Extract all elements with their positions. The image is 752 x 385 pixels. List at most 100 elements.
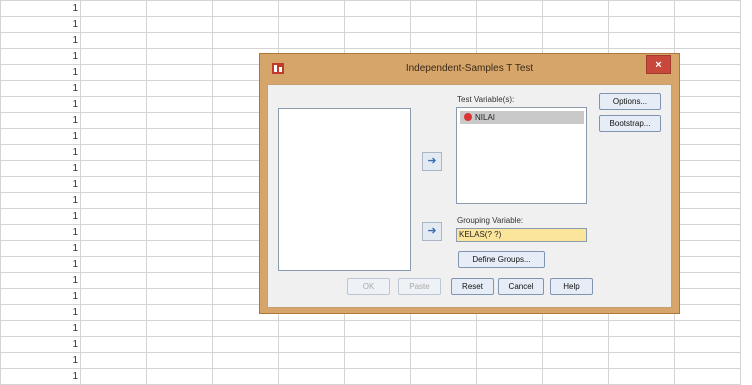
table-cell[interactable] xyxy=(146,64,213,81)
table-cell[interactable] xyxy=(542,32,609,49)
bootstrap-button[interactable]: Bootstrap... xyxy=(599,115,661,132)
table-cell[interactable] xyxy=(542,0,609,17)
table-cell[interactable] xyxy=(80,80,147,97)
table-cell[interactable] xyxy=(212,352,279,369)
table-cell[interactable] xyxy=(80,0,147,17)
table-cell[interactable]: 1 xyxy=(0,112,81,129)
table-cell[interactable] xyxy=(80,192,147,209)
table-cell[interactable] xyxy=(278,320,345,337)
table-cell[interactable] xyxy=(344,368,411,385)
table-cell[interactable] xyxy=(476,336,543,353)
table-cell[interactable] xyxy=(674,368,741,385)
table-cell[interactable] xyxy=(608,368,675,385)
source-variable-list[interactable] xyxy=(278,108,411,271)
table-cell[interactable] xyxy=(146,0,213,17)
table-cell[interactable]: 1 xyxy=(0,80,81,97)
grouping-variable-field[interactable]: KELAS(? ?) xyxy=(456,228,587,242)
table-cell[interactable] xyxy=(344,16,411,33)
table-cell[interactable] xyxy=(80,176,147,193)
table-cell[interactable]: 1 xyxy=(0,208,81,225)
table-cell[interactable]: 1 xyxy=(0,0,81,17)
table-cell[interactable] xyxy=(146,288,213,305)
ok-button[interactable]: OK xyxy=(347,278,390,295)
table-cell[interactable] xyxy=(146,160,213,177)
table-cell[interactable] xyxy=(674,304,741,321)
table-cell[interactable] xyxy=(674,64,741,81)
table-cell[interactable] xyxy=(278,32,345,49)
table-cell[interactable] xyxy=(80,352,147,369)
table-cell[interactable]: 1 xyxy=(0,304,81,321)
table-cell[interactable] xyxy=(80,288,147,305)
table-cell[interactable] xyxy=(80,256,147,273)
table-cell[interactable] xyxy=(80,240,147,257)
table-cell[interactable] xyxy=(80,368,147,385)
table-cell[interactable] xyxy=(146,48,213,65)
table-cell[interactable]: 1 xyxy=(0,192,81,209)
table-cell[interactable] xyxy=(146,144,213,161)
table-cell[interactable] xyxy=(674,176,741,193)
table-cell[interactable]: 1 xyxy=(0,288,81,305)
table-cell[interactable] xyxy=(674,320,741,337)
table-cell[interactable] xyxy=(146,192,213,209)
table-cell[interactable] xyxy=(542,336,609,353)
table-cell[interactable] xyxy=(278,16,345,33)
table-cell[interactable]: 1 xyxy=(0,48,81,65)
table-cell[interactable] xyxy=(410,32,477,49)
table-cell[interactable]: 1 xyxy=(0,96,81,113)
table-cell[interactable] xyxy=(410,336,477,353)
table-cell[interactable]: 1 xyxy=(0,368,81,385)
table-cell[interactable] xyxy=(278,368,345,385)
table-cell[interactable] xyxy=(80,320,147,337)
table-cell[interactable] xyxy=(146,272,213,289)
reset-button[interactable]: Reset xyxy=(451,278,494,295)
dialog-titlebar[interactable]: Independent-Samples T Test × xyxy=(260,54,679,83)
table-cell[interactable] xyxy=(476,0,543,17)
table-cell[interactable] xyxy=(674,112,741,129)
table-cell[interactable] xyxy=(212,0,279,17)
list-item[interactable]: NILAI xyxy=(460,111,584,124)
table-cell[interactable] xyxy=(80,336,147,353)
table-cell[interactable] xyxy=(146,320,213,337)
table-cell[interactable] xyxy=(212,32,279,49)
table-cell[interactable] xyxy=(80,128,147,145)
table-cell[interactable] xyxy=(80,64,147,81)
table-cell[interactable] xyxy=(80,224,147,241)
help-button[interactable]: Help xyxy=(550,278,593,295)
table-cell[interactable] xyxy=(674,144,741,161)
table-cell[interactable] xyxy=(146,80,213,97)
cancel-button[interactable]: Cancel xyxy=(498,278,544,295)
table-cell[interactable]: 1 xyxy=(0,32,81,49)
table-cell[interactable]: 1 xyxy=(0,336,81,353)
table-cell[interactable]: 1 xyxy=(0,272,81,289)
table-cell[interactable]: 1 xyxy=(0,16,81,33)
table-cell[interactable] xyxy=(146,112,213,129)
table-cell[interactable] xyxy=(80,208,147,225)
table-cell[interactable] xyxy=(344,0,411,17)
table-cell[interactable] xyxy=(674,288,741,305)
table-cell[interactable] xyxy=(674,208,741,225)
table-cell[interactable] xyxy=(674,80,741,97)
table-cell[interactable]: 1 xyxy=(0,128,81,145)
table-cell[interactable] xyxy=(146,256,213,273)
table-cell[interactable] xyxy=(608,16,675,33)
table-cell[interactable] xyxy=(410,16,477,33)
table-cell[interactable] xyxy=(212,368,279,385)
table-cell[interactable] xyxy=(674,160,741,177)
table-cell[interactable] xyxy=(146,32,213,49)
table-cell[interactable] xyxy=(542,16,609,33)
table-cell[interactable] xyxy=(476,352,543,369)
table-cell[interactable] xyxy=(674,192,741,209)
move-to-grouping-variable-button[interactable]: ➜ xyxy=(422,222,442,241)
table-cell[interactable] xyxy=(608,0,675,17)
test-variables-list[interactable]: NILAI xyxy=(456,107,587,204)
table-cell[interactable] xyxy=(674,16,741,33)
paste-button[interactable]: Paste xyxy=(398,278,441,295)
table-cell[interactable] xyxy=(410,368,477,385)
table-cell[interactable] xyxy=(80,48,147,65)
define-groups-button[interactable]: Define Groups... xyxy=(458,251,545,268)
table-cell[interactable] xyxy=(146,96,213,113)
table-cell[interactable]: 1 xyxy=(0,240,81,257)
table-cell[interactable] xyxy=(212,16,279,33)
table-cell[interactable] xyxy=(674,0,741,17)
table-cell[interactable] xyxy=(146,240,213,257)
